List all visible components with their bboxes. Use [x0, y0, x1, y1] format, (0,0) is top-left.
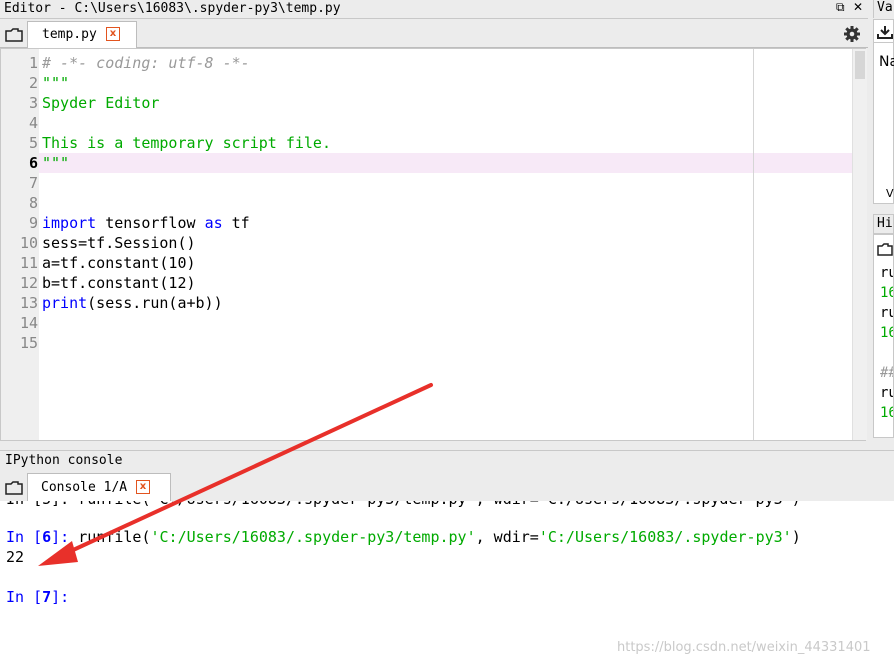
watermark: https://blog.csdn.net/weixin_44331401 — [617, 640, 871, 655]
line-number: 13 — [19, 294, 38, 312]
undock-icon[interactable]: ⧉ — [836, 0, 845, 15]
scrollbar-thumb[interactable] — [855, 51, 865, 79]
console-scrolled-line: In [5]: runfile('C:/Users/16083/.spyder-… — [0, 501, 894, 509]
console-input-7[interactable]: In [7]: — [6, 587, 69, 607]
line-number: 4 — [28, 114, 38, 132]
tab-close-icon[interactable]: x — [106, 27, 120, 41]
history-titlebar: Hi — [873, 214, 894, 234]
console-tab-close-icon[interactable]: x — [136, 480, 150, 494]
edge-line — [753, 49, 754, 440]
code-line-12: b=tf.constant(12) — [42, 274, 196, 292]
line-number: 1 — [28, 54, 38, 72]
code-editor[interactable]: 1 2 3 4 5 6 7 8 9 10 11 12 13 14 15 # -*… — [0, 48, 867, 441]
history-line: ## — [880, 365, 893, 381]
variable-explorer-title: Va — [877, 0, 893, 15]
history-line: 16 — [880, 325, 893, 341]
console-pane-title: IPython console — [5, 453, 123, 468]
code-line-5: This is a temporary script file. — [42, 134, 331, 152]
tab-console-1-a[interactable]: Console 1/A x — [27, 473, 171, 502]
folder-icon[interactable] — [5, 27, 23, 46]
folder-icon[interactable] — [877, 241, 893, 260]
line-number: 8 — [28, 194, 38, 212]
line-number: 15 — [19, 334, 38, 352]
history-title: Hi — [877, 216, 893, 231]
history-line: 16 — [880, 405, 893, 421]
line-number-current: 6 — [28, 154, 38, 172]
line-number: 2 — [28, 74, 38, 92]
history-line: 16 — [880, 285, 893, 301]
name-column-header: Na — [879, 54, 894, 70]
gear-icon[interactable] — [843, 25, 861, 47]
line-number: 14 — [19, 314, 38, 332]
divider — [874, 42, 894, 43]
variable-explorer-titlebar: Va — [873, 0, 894, 18]
code-line-6: """ — [42, 154, 70, 172]
line-number: 3 — [28, 94, 38, 112]
line-number: 10 — [19, 234, 38, 252]
line-number: 7 — [28, 174, 38, 192]
line-number: 5 — [28, 134, 38, 152]
code-line-3: Spyder Editor — [42, 94, 160, 112]
variable-explorer-pane[interactable]: Na V — [873, 19, 894, 204]
history-pane[interactable]: ru 16 ru 16 ## ru 16 — [873, 234, 894, 438]
console-tabbar: Console 1/A x — [0, 471, 894, 502]
history-line: ru — [880, 385, 893, 401]
line-number: 9 — [28, 214, 38, 232]
console-input-6: In [6]: runfile('C:/Users/16083/.spyder-… — [6, 528, 801, 546]
editor-pane-title: Editor - C:\Users\16083\.spyder-py3\temp… — [4, 1, 341, 16]
folder-icon[interactable] — [5, 480, 23, 499]
console-output: 22 — [6, 548, 25, 566]
editor-pane-titlebar: Editor - C:\Users\16083\.spyder-py3\temp… — [0, 0, 868, 19]
editor-vertical-scrollbar[interactable] — [852, 49, 867, 440]
variable-explorer-tab[interactable]: V — [886, 187, 894, 200]
history-line: ru — [880, 305, 893, 321]
code-line-9: import tensorflow as tf — [42, 214, 250, 232]
code-line-13: print(sess.run(a+b)) — [42, 294, 223, 312]
code-line-2: """ — [42, 74, 70, 92]
code-line-11: a=tf.constant(10) — [42, 254, 196, 272]
history-line: ru — [880, 265, 893, 281]
code-line-1: # -*- coding: utf-8 -*- — [42, 54, 250, 72]
close-pane-icon[interactable]: ✕ — [853, 0, 863, 14]
editor-tabbar: temp.py x — [0, 19, 868, 48]
line-number: 12 — [19, 274, 38, 292]
line-number: 11 — [19, 254, 38, 272]
console-pane-titlebar: IPython console — [0, 450, 894, 471]
code-line-10: sess=tf.Session() — [42, 234, 196, 252]
tab-label: temp.py — [42, 27, 97, 42]
tab-temp-py[interactable]: temp.py x — [27, 21, 137, 48]
download-icon[interactable] — [877, 24, 893, 43]
current-line-highlight — [39, 153, 852, 173]
console-tab-label: Console 1/A — [41, 480, 128, 495]
